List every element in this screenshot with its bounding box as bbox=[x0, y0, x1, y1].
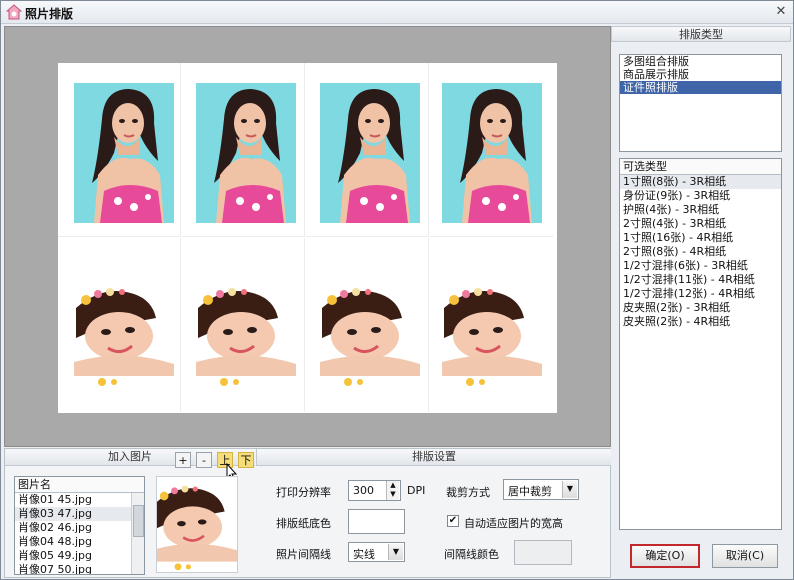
optional-type-item[interactable]: 护照(4张) - 3R相纸 bbox=[620, 203, 781, 217]
optional-type-item[interactable]: 1/2寸混排(6张) - 3R相纸 bbox=[620, 259, 781, 273]
photo-slot bbox=[58, 238, 181, 412]
spacing-line-value: 实线 bbox=[353, 548, 375, 561]
file-item[interactable]: 肖像02 46.jpg bbox=[15, 521, 144, 535]
chevron-down-icon: ▼ bbox=[388, 544, 403, 560]
portrait-photo bbox=[442, 83, 542, 223]
thumbnail-photo bbox=[157, 477, 237, 572]
layout-type-header: 排版类型 bbox=[611, 26, 791, 42]
optional-type-item[interactable]: 2寸照(8张) - 4R相纸 bbox=[620, 245, 781, 259]
optional-type-item[interactable]: 1寸照(8张) - 3R相纸 bbox=[620, 175, 781, 189]
paper-color-swatch[interactable] bbox=[348, 509, 405, 534]
layout-type-item[interactable]: 证件照排版 bbox=[620, 81, 781, 94]
move-down-button[interactable]: 下 bbox=[238, 452, 254, 468]
file-item[interactable]: 肖像07 50.jpg bbox=[15, 563, 144, 574]
ok-button[interactable]: 确定(O) bbox=[630, 544, 700, 568]
paper-preview bbox=[58, 63, 557, 413]
optional-type-header: 可选类型 bbox=[620, 159, 781, 175]
photo-slot bbox=[306, 238, 429, 412]
app-icon bbox=[6, 4, 22, 20]
file-item[interactable]: 肖像04 48.jpg bbox=[15, 535, 144, 549]
dpi-value: 300 bbox=[353, 484, 374, 497]
optional-type-item[interactable]: 2寸照(4张) - 3R相纸 bbox=[620, 217, 781, 231]
optional-type-item[interactable]: 身份证(9张) - 3R相纸 bbox=[620, 189, 781, 203]
cancel-button[interactable]: 取消(C) bbox=[712, 544, 778, 568]
photo-slot bbox=[430, 238, 553, 412]
layout-type-item[interactable]: 商品展示排版 bbox=[620, 68, 781, 81]
spacing-color-swatch[interactable] bbox=[514, 540, 572, 565]
photo-slot bbox=[430, 63, 553, 237]
image-thumbnail bbox=[156, 476, 238, 573]
optional-type-item[interactable]: 1/2寸混排(11张) - 4R相纸 bbox=[620, 273, 781, 287]
remove-image-button[interactable]: - bbox=[196, 452, 212, 468]
auto-fit-checkbox[interactable]: ✔ bbox=[447, 515, 459, 527]
window-title: 照片排版 bbox=[25, 7, 74, 21]
image-file-list[interactable]: 图片名 肖像01 45.jpg 肖像03 47.jpg 肖像02 46.jpg … bbox=[14, 476, 145, 575]
photo-slot bbox=[182, 63, 305, 237]
portrait-photo bbox=[74, 83, 174, 223]
optional-type-item[interactable]: 1/2寸混排(12张) - 4R相纸 bbox=[620, 287, 781, 301]
layout-preview bbox=[4, 26, 611, 447]
portrait-photo bbox=[320, 278, 420, 388]
optional-type-item[interactable]: 1寸照(16张) - 4R相纸 bbox=[620, 231, 781, 245]
portrait-photo bbox=[196, 83, 296, 223]
dpi-spinner[interactable]: 300 ▲ ▼ bbox=[348, 480, 401, 501]
photo-slot bbox=[182, 238, 305, 412]
right-panel: 排版类型 多图组合排版 商品展示排版 证件照排版 可选类型 1寸照(8张) - … bbox=[611, 26, 791, 576]
auto-fit-label: 自动适应图片的宽高 bbox=[464, 517, 563, 530]
layout-type-item[interactable]: 多图组合排版 bbox=[620, 55, 781, 68]
photo-slot bbox=[306, 63, 429, 237]
bottom-panel: 加入图片 排版设置 + - 上 下 图片名 肖像01 45.jpg 肖像03 4… bbox=[4, 448, 611, 578]
portrait-photo bbox=[320, 83, 420, 223]
optional-type-item[interactable]: 皮夹照(2张) - 3R相纸 bbox=[620, 301, 781, 315]
scroll-thumb[interactable] bbox=[133, 505, 144, 537]
crop-mode-select[interactable]: 居中裁剪 ▼ bbox=[503, 479, 579, 500]
paper-color-label: 排版纸底色 bbox=[276, 517, 331, 530]
dpi-label: 打印分辨率 bbox=[276, 486, 331, 499]
layout-type-list[interactable]: 多图组合排版 商品展示排版 证件照排版 bbox=[619, 54, 782, 152]
layout-settings-header: 排版设置 bbox=[256, 449, 611, 466]
spacing-color-label: 间隔线颜色 bbox=[444, 548, 499, 561]
add-image-button[interactable]: + bbox=[175, 452, 191, 468]
portrait-photo bbox=[74, 278, 174, 388]
spacing-line-select[interactable]: 实线 ▼ bbox=[348, 542, 405, 562]
crop-mode-label: 裁剪方式 bbox=[446, 486, 490, 499]
crop-mode-value: 居中裁剪 bbox=[508, 485, 552, 498]
file-item[interactable]: 肖像01 45.jpg bbox=[15, 493, 144, 507]
title-bar: 照片排版 ✕ bbox=[1, 1, 793, 24]
file-item[interactable]: 肖像05 49.jpg bbox=[15, 549, 144, 563]
file-item[interactable]: 肖像03 47.jpg bbox=[15, 507, 144, 521]
spinner-arrows-icon[interactable]: ▲ ▼ bbox=[386, 481, 399, 500]
list-header: 图片名 bbox=[15, 477, 144, 493]
list-scrollbar[interactable] bbox=[131, 493, 144, 574]
portrait-photo bbox=[196, 278, 296, 388]
dialog-window: 照片排版 ✕ 加入图片 排版设置 + - 上 下 图片名 肖像01 45.jpg… bbox=[0, 0, 794, 580]
optional-type-list[interactable]: 可选类型 1寸照(8张) - 3R相纸 身份证(9张) - 3R相纸 护照(4张… bbox=[619, 158, 782, 530]
dpi-unit: DPI bbox=[407, 484, 426, 497]
photo-slot bbox=[58, 63, 181, 237]
optional-type-item[interactable]: 皮夹照(2张) - 4R相纸 bbox=[620, 315, 781, 329]
portrait-photo bbox=[442, 278, 542, 388]
spacing-line-label: 照片间隔线 bbox=[276, 548, 331, 561]
close-icon[interactable]: ✕ bbox=[773, 4, 789, 20]
chevron-down-icon: ▼ bbox=[562, 481, 577, 498]
